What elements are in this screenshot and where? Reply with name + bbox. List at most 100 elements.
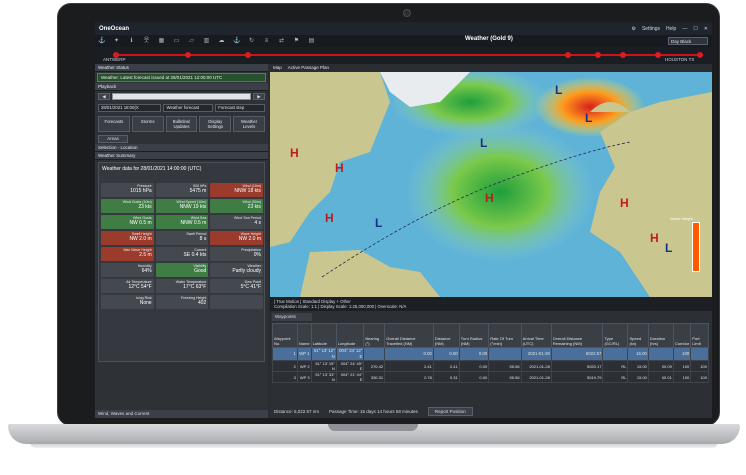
table-row[interactable]: 3 WP 3 51° 13' 33" N 004° 21' 44" E 330.31 2.… (272, 371, 709, 383)
summary-cell[interactable]: Swell Height NW 2.0 m (101, 231, 154, 245)
compass-icon[interactable]: ✦ (113, 38, 120, 45)
tab-display-settings[interactable]: Display Settings (199, 116, 232, 132)
summary-cell[interactable]: Wind Gusts (10m) 23 kts (101, 199, 154, 213)
column-header[interactable]: Speed (kn) (627, 323, 649, 348)
svg-text:L: L (480, 136, 487, 150)
column-header[interactable]: Arrival Time (UTC) (520, 323, 552, 348)
timeline-marker[interactable] (185, 52, 191, 58)
book-icon[interactable]: ▥ (203, 38, 210, 45)
summary-cell[interactable]: Weather Partly cloudy (210, 263, 264, 277)
timeline-marker[interactable] (620, 52, 626, 58)
anchor-icon[interactable]: ⚓ (233, 38, 240, 45)
column-header[interactable]: Longitude (335, 323, 365, 348)
table-cell: 2.41 (432, 360, 460, 372)
column-header[interactable]: Bearing (°) (363, 323, 386, 348)
column-header[interactable]: Overall Distance Remaining (NM) (550, 323, 604, 348)
close-icon[interactable]: ✕ (704, 26, 708, 32)
route-icon[interactable]: ⇄ (278, 38, 285, 45)
table-row[interactable]: 1 WP 1 51° 13' 12" N 004° 24' 12" E 0.00 0.00… (272, 347, 709, 361)
folder-icon[interactable]: ▭ (173, 38, 180, 45)
column-header[interactable]: Port Limit (690, 323, 709, 348)
summary-cell[interactable]: Humidity 64% (101, 263, 154, 277)
flag-icon[interactable]: ⚑ (293, 38, 300, 45)
summary-grid: Pressure 1015 hPa 500 hPa 5475 m Wind (10m) N… (101, 183, 264, 311)
tab-passage-plan[interactable]: Active Passage Plan (288, 64, 329, 72)
summary-row: Wind Gusts (10m) 23 kts Wind Speed (10m) NN… (101, 199, 264, 213)
tab-waypoints[interactable]: Waypoints (272, 313, 312, 321)
forecast-select[interactable]: Weather forecast (163, 104, 214, 112)
refresh-icon[interactable]: ↻ (248, 38, 255, 45)
summary-cell[interactable]: Wind Gusts NW 0.5 m (101, 215, 154, 229)
summary-cell[interactable]: Wave Height NW 2.0 m (210, 231, 264, 245)
weather-status-header[interactable]: Weather Status (95, 64, 268, 72)
summary-cell[interactable]: Max Wave Height 2.5 m (101, 247, 154, 261)
summary-cell[interactable]: 500 hPa 5475 m (155, 183, 209, 197)
summary-cell[interactable]: Icing Risk None (101, 295, 154, 309)
rewind-button[interactable]: ◀ (98, 93, 110, 100)
chart-icon[interactable]: ▤ (308, 38, 315, 45)
tab-weather-levels[interactable]: Weather Levels (233, 116, 265, 132)
timeline-marker[interactable] (565, 52, 571, 58)
tab-map[interactable]: Map (273, 64, 282, 72)
summary-cell[interactable]: Wind (50m) 23 kts (210, 199, 264, 213)
summary-cell[interactable] (210, 295, 264, 309)
forecast-step-select[interactable]: Forecast step (215, 104, 265, 112)
column-header[interactable]: Latitude (310, 323, 337, 348)
cloud-icon[interactable]: ☁ (218, 38, 225, 45)
summary-cell[interactable]: Current SE 0.4 kts (155, 247, 209, 261)
selection-header[interactable]: Selection - Location (95, 144, 268, 152)
maximize-icon[interactable]: ☐ (693, 26, 697, 32)
column-header[interactable]: Type (GC/RL) (602, 323, 629, 348)
forward-button[interactable]: ▶ (253, 93, 265, 100)
table-row[interactable]: 2 WP 2 51° 13' 15" N 004° 24' 45" E 270.42 2.… (272, 360, 709, 372)
summary-cell[interactable]: Dew Point 5°C 41°F (210, 279, 264, 293)
wind-waves-header[interactable]: Wind, Waves and Current (95, 410, 268, 418)
summary-cell[interactable]: Water Temperature 17°C 63°F (155, 279, 209, 293)
summary-cell[interactable]: Visibility Good (155, 263, 209, 277)
layers-icon[interactable]: ≡ (263, 38, 270, 45)
column-header[interactable]: Waypoint No. (272, 323, 298, 348)
help-link[interactable]: Help (666, 26, 676, 32)
summary-cell[interactable]: Wind Sea NNW 0.5 m (155, 215, 209, 229)
gear-icon[interactable]: ⚙ (631, 26, 635, 32)
playback-header[interactable]: Playback (95, 83, 268, 91)
minimize-icon[interactable]: — (682, 26, 687, 32)
summary-header[interactable]: Weather Summary (95, 152, 268, 160)
column-header[interactable]: Corridor (672, 323, 692, 348)
summary-cell[interactable]: Swell Period 8 s (155, 231, 209, 245)
tab-forecasts[interactable]: Forecasts (98, 116, 130, 132)
summary-cell[interactable]: Freezing Height 402 (155, 295, 209, 309)
settings-link[interactable]: Settings (642, 26, 660, 32)
report-position-button[interactable]: Report Position (427, 407, 473, 416)
timeline-marker[interactable] (245, 52, 251, 58)
summary-value: 23 kts (247, 204, 262, 210)
tab-storms[interactable]: Storms (131, 116, 164, 132)
column-header[interactable]: Overall Distance Travelled (NM) (384, 323, 434, 348)
column-header[interactable]: Duration (hrs) (647, 323, 674, 348)
ship-icon[interactable]: ⚓ (98, 38, 105, 45)
day-mode-select[interactable]: Day Black (668, 37, 708, 45)
summary-cell[interactable]: Pressure 1015 hPa (101, 183, 154, 197)
summary-cell[interactable]: Wind Sea Period 4 s (210, 215, 264, 229)
column-header[interactable]: Turn Radius (NM) (458, 323, 490, 348)
weather-map[interactable]: Map Active Passage Plan LLLLL H H H H H … (270, 64, 712, 297)
info-icon[interactable]: ℹ (128, 38, 135, 45)
summary-cell[interactable]: Precipitation 0% (210, 247, 264, 261)
playback-slider[interactable] (112, 93, 251, 100)
areas-button[interactable]: Areas (98, 135, 128, 143)
date-select[interactable]: 28/01/2021 18:00(X (98, 104, 162, 112)
timeline-marker[interactable] (595, 52, 601, 58)
column-header[interactable]: Name (296, 323, 312, 348)
timeline-marker[interactable] (655, 52, 661, 58)
map-canvas[interactable]: L L L L L H H H H H H Wave Height (270, 72, 712, 297)
column-header[interactable]: Distance (NM) (432, 323, 460, 348)
timeline-marker[interactable] (697, 52, 703, 58)
person-icon[interactable]: 웃 (143, 38, 150, 45)
summary-cell[interactable]: Air Temperature 12°C 54°F (101, 279, 154, 293)
summary-cell[interactable]: Wind (10m) NNW 18 kts (210, 183, 264, 197)
summary-cell[interactable]: Wind Speed (10m) NNW 19 kts (155, 199, 209, 213)
folder-open-icon[interactable]: ▱ (188, 38, 195, 45)
grid-icon[interactable]: ▦ (158, 38, 165, 45)
column-header[interactable]: Rate Of Turn (°/min) (488, 323, 522, 348)
tab-bulletins[interactable]: Bulletins/ Updates (165, 116, 198, 132)
